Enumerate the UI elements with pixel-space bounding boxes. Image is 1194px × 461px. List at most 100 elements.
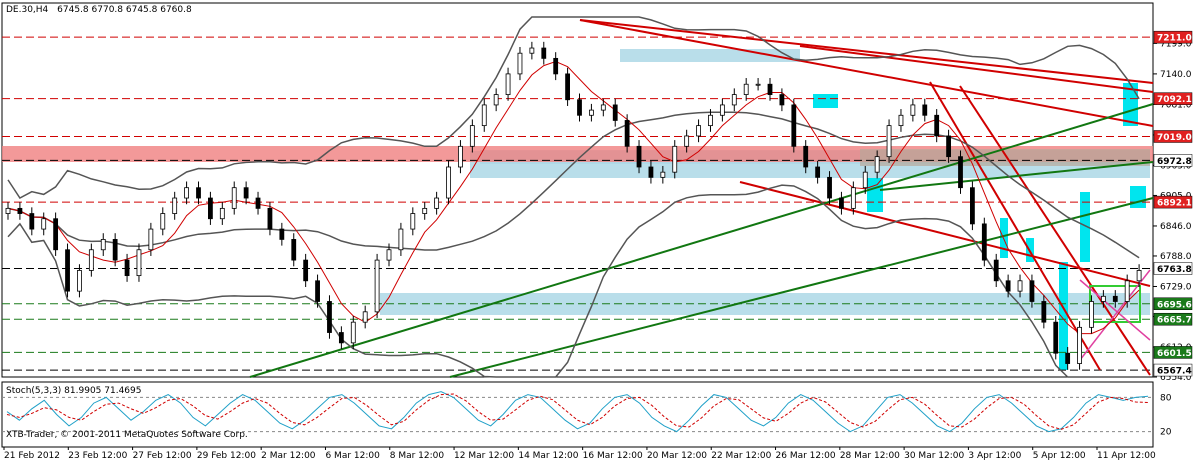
candle-body	[481, 104, 487, 127]
candle-body	[624, 120, 630, 147]
candle-body	[958, 156, 963, 189]
price-tick-label: 6729.0	[1160, 282, 1192, 292]
candle-body	[88, 249, 94, 271]
level-label: 6665.7	[1157, 316, 1192, 326]
candle-body	[577, 99, 582, 116]
candle-body	[815, 166, 821, 178]
price-tick-label: 6788.0	[1160, 252, 1192, 262]
candle-body	[886, 125, 892, 158]
time-label: 21 Feb 2012	[4, 451, 60, 461]
candle-body	[112, 239, 118, 261]
candle-body	[910, 104, 916, 116]
candle-body	[1124, 280, 1130, 302]
candle-body	[446, 166, 451, 199]
candle-body	[743, 83, 749, 95]
candle-body	[77, 270, 82, 292]
candle-body	[1017, 280, 1023, 292]
candle-body	[1100, 295, 1106, 302]
candle-body	[1077, 326, 1082, 364]
candle-body	[553, 57, 559, 75]
candle-body	[493, 94, 499, 106]
candle-body	[505, 73, 511, 95]
candle-body	[517, 52, 523, 75]
candle-body	[731, 94, 737, 106]
candle-body	[934, 114, 940, 137]
candle-body	[65, 249, 70, 292]
candle-body	[1136, 270, 1142, 282]
candle-body	[327, 301, 332, 333]
candle-body	[172, 197, 178, 214]
candle-body	[827, 176, 832, 199]
candle-body	[1029, 280, 1035, 302]
candle-body	[612, 104, 618, 121]
candle-body	[53, 218, 59, 251]
highlight-box	[813, 94, 838, 108]
candle-body	[350, 321, 356, 344]
candle-body	[219, 207, 225, 220]
time-label: 2 Mar 12:00	[261, 451, 316, 461]
chart-window: 7199.07140.07081.07022.06963.06905.06846…	[0, 0, 1194, 461]
time-label: 3 Apr 12:00	[968, 451, 1021, 461]
candle-body	[422, 207, 428, 214]
time-label: 12 Mar 12:00	[454, 451, 514, 461]
candle-body	[1005, 280, 1011, 292]
candle-body	[862, 171, 868, 189]
candle-body	[660, 171, 666, 178]
candle-body	[362, 311, 368, 323]
candle-body	[696, 125, 701, 137]
candle-body	[434, 197, 440, 209]
level-label: 6972.8	[1157, 157, 1192, 167]
candle-body	[29, 213, 35, 230]
candle-body	[196, 187, 201, 199]
candle-body	[231, 187, 237, 209]
level-label: 6567.4	[1157, 367, 1192, 377]
candle-body	[136, 249, 142, 277]
level-label: 6892.1	[1157, 199, 1192, 209]
candle-body	[398, 228, 404, 251]
candle-body	[529, 47, 535, 54]
level-label: 6695.6	[1157, 300, 1192, 310]
candle-body	[636, 145, 642, 168]
time-label: 20 Mar 12:00	[647, 451, 707, 461]
level-label: 6601.5	[1157, 349, 1192, 359]
time-label: 5 Apr 12:00	[1033, 451, 1086, 461]
candle-body	[779, 94, 785, 106]
candle-body	[469, 125, 475, 147]
level-label: 7019.0	[1157, 133, 1192, 143]
price-tick-label: 7140.0	[1160, 70, 1192, 80]
chart-canvas: 7199.07140.07081.07022.06963.06905.06846…	[1, 2, 1193, 461]
candle-body	[100, 239, 106, 251]
time-label: 8 Mar 12:00	[390, 451, 445, 461]
time-label: 27 Feb 12:00	[133, 451, 192, 461]
candle-body	[719, 104, 725, 116]
overlap-zone	[860, 149, 1150, 166]
candle-body	[850, 187, 856, 209]
candle-body	[17, 207, 23, 214]
candle-body	[124, 259, 130, 277]
candle-body	[874, 156, 880, 173]
stoch-level-label: 80	[1160, 393, 1172, 403]
candle-body	[600, 104, 606, 111]
candle-body	[5, 207, 11, 214]
candle-body	[338, 332, 344, 344]
stoch-title: Stoch(5,3,3) 81.9905 71.4695	[6, 386, 141, 396]
candle-body	[243, 187, 249, 199]
symbol-header: DE.30,H4 6745.8 6770.8 6745.8 6760.8	[6, 5, 192, 15]
candle-body	[898, 114, 904, 127]
candle-body	[255, 197, 261, 209]
candle-body	[541, 47, 547, 59]
highlight-box	[1130, 186, 1146, 208]
candle-body	[315, 280, 320, 302]
candle-body	[458, 145, 463, 168]
candle-body	[922, 104, 928, 116]
candle-body	[946, 135, 951, 158]
candle-body	[708, 114, 713, 127]
candle-body	[1053, 321, 1059, 354]
candle-body	[970, 187, 975, 225]
level-label: 6763.8	[1157, 265, 1192, 275]
candle-body	[981, 223, 987, 261]
candle-body	[160, 213, 166, 230]
level-label: 7092.1	[1157, 95, 1192, 105]
time-label: 11 Apr 12:00	[1097, 451, 1156, 461]
candle-body	[684, 135, 690, 147]
